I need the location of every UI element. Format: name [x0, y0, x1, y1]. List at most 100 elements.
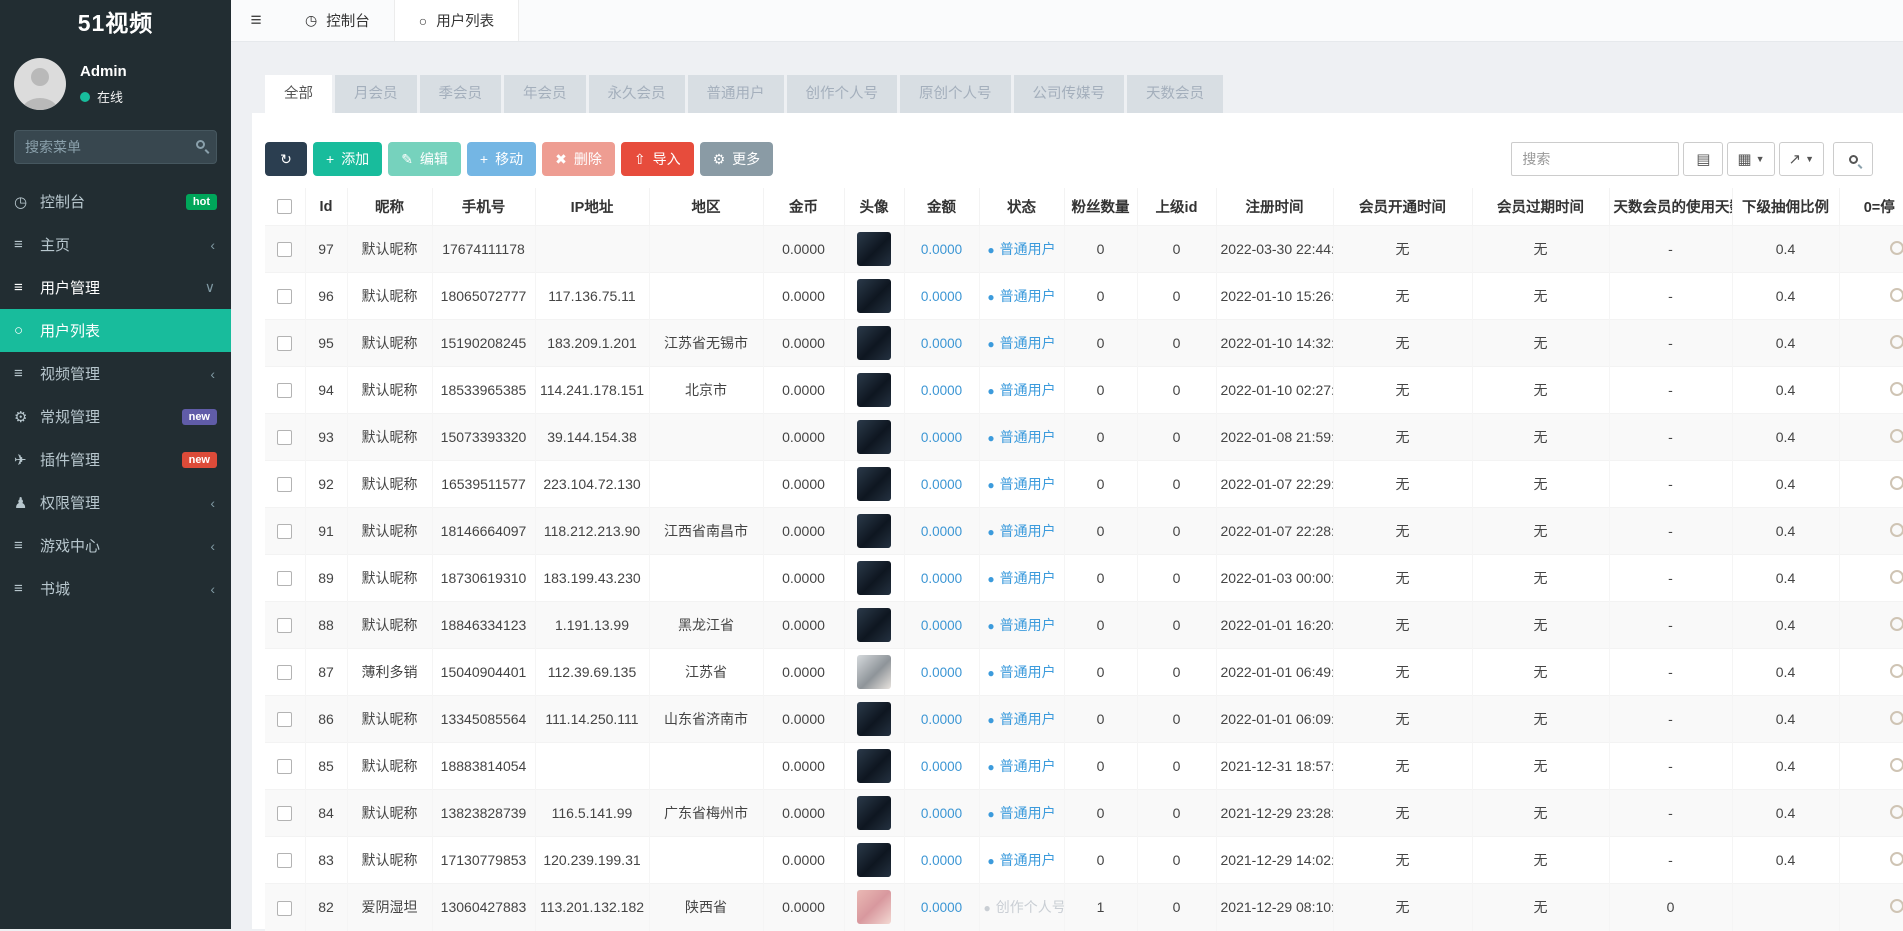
user-avatar-image[interactable] [857, 561, 891, 595]
filter-tab[interactable]: 年会员 [504, 75, 586, 113]
tab-user-list[interactable]: ○用户列表 [394, 0, 519, 41]
row-checkbox[interactable] [277, 571, 292, 586]
user-avatar-image[interactable] [857, 655, 891, 689]
user-avatar-image[interactable] [857, 843, 891, 877]
sidebar-item-general-mgmt[interactable]: ⚙常规管理new [0, 395, 231, 438]
sidebar-item-plugin-mgmt[interactable]: ✈插件管理new [0, 438, 231, 481]
toggle-icon[interactable] [1890, 523, 1903, 537]
row-checkbox[interactable] [277, 477, 292, 492]
user-avatar-image[interactable] [857, 514, 891, 548]
amount-link[interactable]: 0.0000 [921, 524, 962, 539]
toggle-icon[interactable] [1890, 382, 1903, 396]
toggle-icon[interactable] [1890, 805, 1903, 819]
table-search-input[interactable] [1511, 142, 1679, 176]
filter-tab[interactable]: 天数会员 [1127, 75, 1223, 113]
amount-link[interactable]: 0.0000 [921, 759, 962, 774]
filter-tab[interactable]: 全部 [265, 75, 332, 113]
select-all-checkbox[interactable] [277, 199, 292, 214]
user-avatar-image[interactable] [857, 373, 891, 407]
user-avatar-image[interactable] [857, 279, 891, 313]
refresh-button[interactable]: ↻ [265, 142, 307, 176]
row-checkbox[interactable] [277, 524, 292, 539]
row-checkbox[interactable] [277, 759, 292, 774]
toggle-icon[interactable] [1890, 429, 1903, 443]
table-search-button[interactable] [1833, 142, 1873, 176]
sidebar-item-book-city[interactable]: ≡书城‹ [0, 567, 231, 610]
toggle-icon[interactable] [1890, 570, 1903, 584]
add-button[interactable]: +添加 [313, 142, 382, 176]
user-avatar-image[interactable] [857, 420, 891, 454]
hamburger-menu-icon[interactable]: ≡ [231, 0, 281, 41]
amount-link[interactable]: 0.0000 [921, 900, 962, 915]
toggle-icon[interactable] [1890, 288, 1903, 302]
toggle-icon[interactable] [1890, 617, 1903, 631]
toggle-icon[interactable] [1890, 335, 1903, 349]
row-checkbox[interactable] [277, 853, 292, 868]
user-avatar-image[interactable] [857, 890, 891, 924]
amount-link[interactable]: 0.0000 [921, 853, 962, 868]
row-checkbox[interactable] [277, 665, 292, 680]
detail-view-button[interactable]: ▤ [1683, 142, 1723, 176]
edit-button[interactable]: ✎编辑 [388, 142, 461, 176]
new-badge: new [182, 452, 217, 468]
toggle-icon[interactable] [1890, 476, 1903, 490]
sidebar-item-home[interactable]: ≡主页‹ [0, 223, 231, 266]
toggle-icon[interactable] [1890, 241, 1903, 255]
row-checkbox[interactable] [277, 383, 292, 398]
amount-link[interactable]: 0.0000 [921, 665, 962, 680]
row-checkbox[interactable] [277, 806, 292, 821]
user-avatar-image[interactable] [857, 232, 891, 266]
sidebar-item-console[interactable]: ◷控制台hot [0, 180, 231, 223]
filter-tab[interactable]: 创作个人号 [787, 75, 898, 113]
import-button[interactable]: ⇧导入 [621, 142, 694, 176]
filter-tab[interactable]: 公司传媒号 [1014, 75, 1125, 113]
sidebar-item-user-list[interactable]: ○用户列表 [0, 309, 231, 352]
sidebar-item-game-center[interactable]: ≡游戏中心‹ [0, 524, 231, 567]
amount-link[interactable]: 0.0000 [921, 336, 962, 351]
amount-link[interactable]: 0.0000 [921, 712, 962, 727]
user-avatar-image[interactable] [857, 796, 891, 830]
columns-toggle-button[interactable]: ▦▼ [1727, 142, 1774, 176]
row-checkbox[interactable] [277, 901, 292, 916]
toggle-icon[interactable] [1890, 899, 1903, 913]
toggle-icon[interactable] [1890, 711, 1903, 725]
filter-tab[interactable]: 月会员 [335, 75, 417, 113]
sidebar-item-user-mgmt[interactable]: ≡用户管理∨ [0, 266, 231, 309]
amount-link[interactable]: 0.0000 [921, 383, 962, 398]
filter-tab[interactable]: 永久会员 [589, 75, 685, 113]
row-checkbox[interactable] [277, 618, 292, 633]
user-avatar-image[interactable] [857, 749, 891, 783]
cell-avatar [844, 226, 904, 273]
more-button[interactable]: ⚙更多 [700, 142, 774, 176]
filter-tab[interactable]: 普通用户 [688, 75, 784, 113]
user-avatar-image[interactable] [857, 467, 891, 501]
amount-link[interactable]: 0.0000 [921, 806, 962, 821]
toggle-icon[interactable] [1890, 852, 1903, 866]
move-button[interactable]: +移动 [467, 142, 536, 176]
sidebar-item-perm-mgmt[interactable]: ♟权限管理‹ [0, 481, 231, 524]
row-checkbox[interactable] [277, 336, 292, 351]
export-button[interactable]: ↗▼ [1779, 142, 1825, 176]
amount-link[interactable]: 0.0000 [921, 289, 962, 304]
user-avatar-image[interactable] [857, 702, 891, 736]
user-avatar-image[interactable] [857, 608, 891, 642]
filter-tab[interactable]: 季会员 [420, 75, 502, 113]
delete-button[interactable]: ✖删除 [542, 142, 615, 176]
tab-console[interactable]: ◷控制台 [281, 0, 394, 41]
row-checkbox[interactable] [277, 712, 292, 727]
amount-link[interactable]: 0.0000 [921, 571, 962, 586]
row-checkbox[interactable] [277, 289, 292, 304]
sidebar-search-input[interactable] [14, 130, 217, 164]
amount-link[interactable]: 0.0000 [921, 430, 962, 445]
filter-tab[interactable]: 原创个人号 [900, 75, 1011, 113]
user-avatar-image[interactable] [857, 326, 891, 360]
amount-link[interactable]: 0.0000 [921, 618, 962, 633]
amount-link[interactable]: 0.0000 [921, 477, 962, 492]
sidebar-item-video-mgmt[interactable]: ≡视频管理‹ [0, 352, 231, 395]
toggle-icon[interactable] [1890, 758, 1903, 772]
row-checkbox[interactable] [277, 242, 292, 257]
toggle-icon[interactable] [1890, 664, 1903, 678]
row-checkbox[interactable] [277, 430, 292, 445]
status-label: 普通用户 [1000, 335, 1056, 351]
amount-link[interactable]: 0.0000 [921, 242, 962, 257]
